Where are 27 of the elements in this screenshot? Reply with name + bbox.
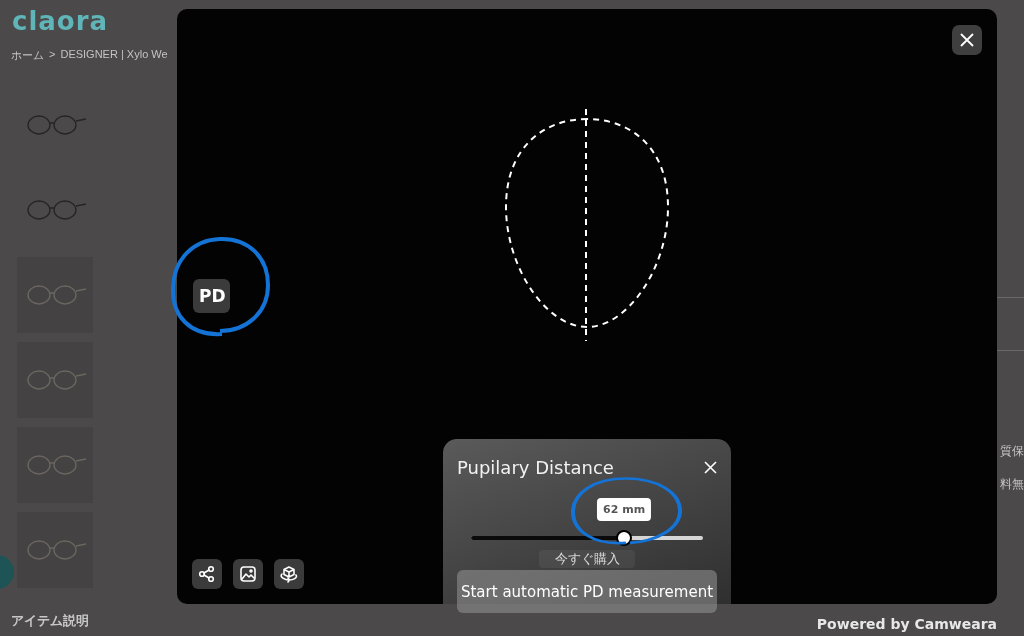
thumbnail[interactable]	[17, 257, 93, 333]
close-icon[interactable]	[704, 461, 717, 474]
breadcrumb-separator: >	[49, 48, 56, 62]
share-icon	[198, 565, 216, 583]
thumbnail[interactable]	[17, 512, 93, 588]
breadcrumb-link[interactable]: ホーム	[11, 48, 44, 63]
value-tooltip: 62 mm	[597, 498, 652, 521]
share-button[interactable]	[192, 559, 222, 589]
breadcrumb-link[interactable]: DESIGNER | Xylo We	[60, 48, 168, 63]
image-button[interactable]	[233, 559, 263, 589]
image-icon	[239, 565, 257, 583]
info-text: 質保	[1000, 443, 1024, 460]
close-icon	[960, 33, 974, 47]
info-text: 料無	[1000, 476, 1024, 493]
start-measurement-button[interactable]: Start automatic PD measurement	[457, 570, 717, 613]
cube-button[interactable]	[274, 559, 304, 589]
buy-now-button[interactable]: 今すぐ購入	[539, 550, 635, 568]
section-heading: アイテム説明	[11, 612, 89, 630]
thumbnail[interactable]	[17, 342, 93, 418]
thumbnail[interactable]	[17, 427, 93, 503]
slider-handle[interactable]	[616, 530, 633, 546]
cube-rotate-icon	[279, 565, 299, 583]
logo[interactable]: claora	[12, 6, 109, 36]
panel-title: Pupilary Distance	[457, 457, 614, 478]
close-button[interactable]	[952, 25, 982, 55]
pd-button[interactable]: PD	[193, 279, 230, 313]
credit-text: Powered by Camweara	[816, 616, 997, 632]
